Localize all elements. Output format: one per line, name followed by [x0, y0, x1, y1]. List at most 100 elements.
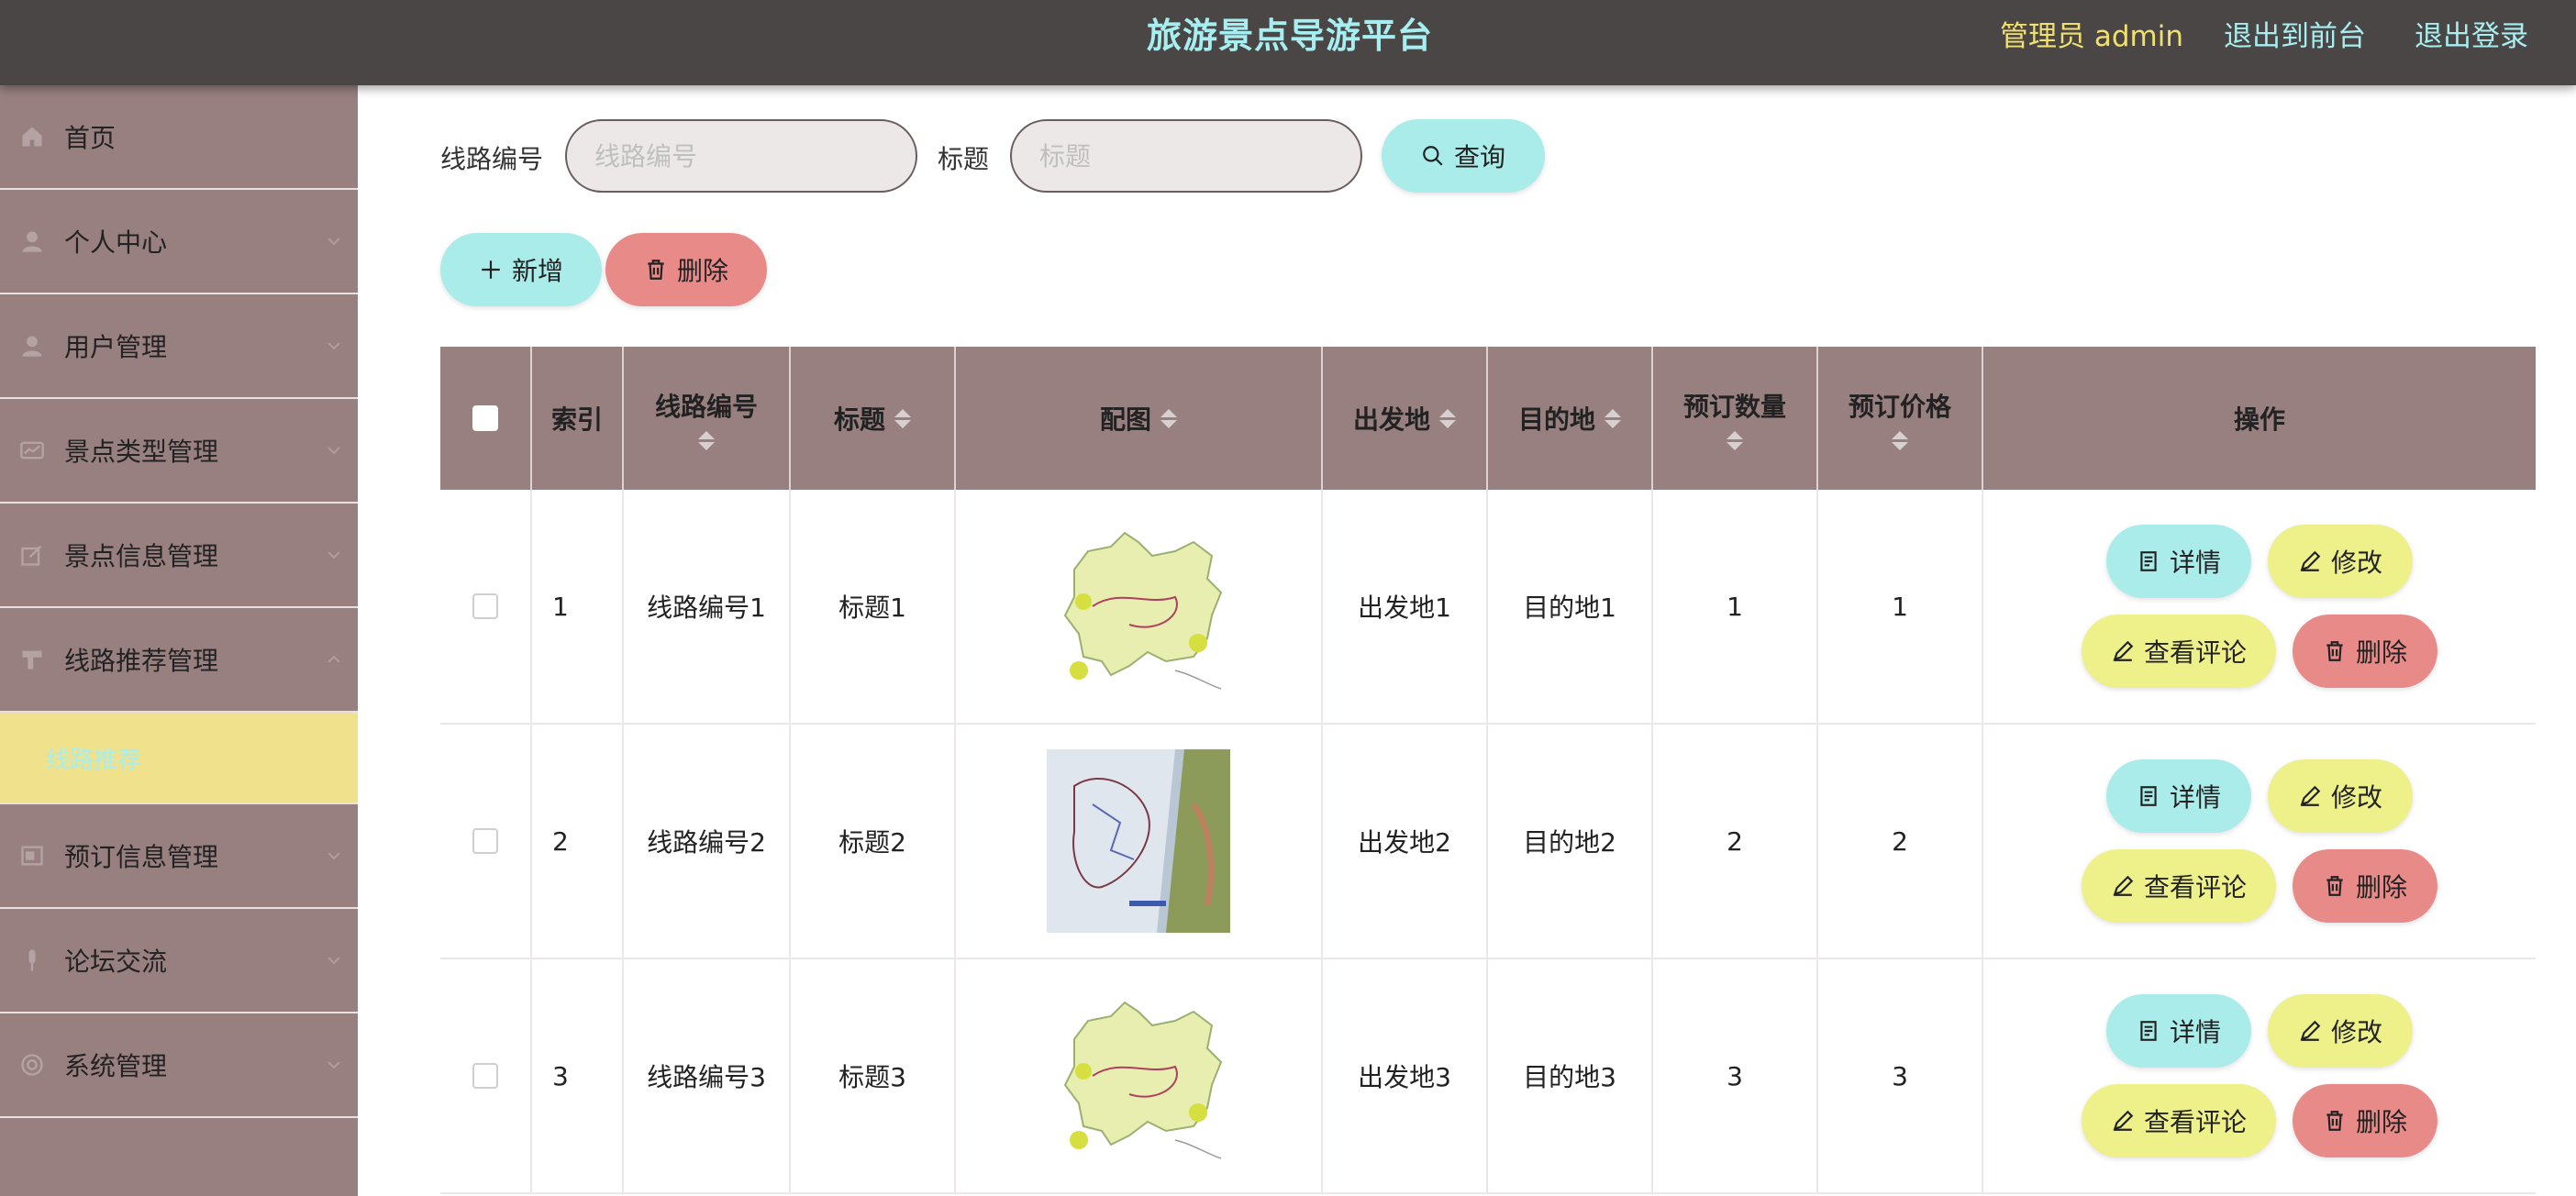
sort-icon[interactable] — [1892, 430, 1908, 450]
cell-from: 出发地1 — [1323, 490, 1488, 723]
sort-icon[interactable] — [1439, 408, 1456, 428]
sidebar-item-label: 个人中心 — [64, 227, 168, 258]
bulk-delete-button[interactable]: 删除 — [605, 233, 767, 306]
col-image[interactable]: 配图 — [956, 347, 1323, 490]
sidebar-item-label: 首页 — [64, 123, 117, 153]
sort-icon[interactable] — [1160, 408, 1177, 428]
chevron-down-icon — [328, 447, 340, 455]
sidebar-subitem-route-recommend[interactable]: 线路推荐 — [0, 713, 360, 804]
query-button-label: 查询 — [1453, 142, 1505, 172]
cell-price: 1 — [1818, 490, 1983, 723]
edit-button[interactable]: 修改 — [2268, 994, 2413, 1068]
detail-button[interactable]: 详情 — [2106, 525, 2251, 598]
settings-icon — [18, 1051, 46, 1079]
pencil-icon — [2300, 785, 2321, 806]
sort-icon[interactable] — [1604, 408, 1621, 428]
edit-button[interactable]: 修改 — [2268, 759, 2413, 833]
top-header: 旅游景点导游平台 管理员 admin 退出到前台 退出登录 — [0, 0, 2576, 85]
cell-to: 目的地3 — [1488, 959, 1653, 1192]
cell-image — [956, 959, 1323, 1192]
cell-title: 标题2 — [791, 725, 956, 958]
col-route-no[interactable]: 线路编号 — [624, 347, 791, 490]
row-checkbox[interactable] — [472, 828, 498, 854]
bulk-delete-label: 删除 — [676, 256, 728, 286]
view-comments-button[interactable]: 查看评论 — [2082, 849, 2276, 923]
document-icon — [2140, 551, 2157, 571]
route-map-photo[interactable] — [1047, 749, 1230, 933]
logout-link[interactable]: 退出登录 — [2415, 13, 2528, 54]
view-comments-button[interactable]: 查看评论 — [2082, 615, 2276, 688]
plus-icon — [482, 260, 500, 279]
sidebar-item-label: 用户管理 — [64, 332, 168, 362]
col-title[interactable]: 标题 — [791, 347, 956, 490]
row-checkbox-cell — [440, 959, 532, 1192]
sidebar-item-home[interactable]: 首页 — [0, 85, 360, 190]
cell-from: 出发地2 — [1323, 725, 1488, 958]
chevron-up-icon — [328, 655, 340, 663]
col-qty[interactable]: 预订数量 — [1653, 347, 1818, 490]
document-icon — [2140, 786, 2157, 806]
route-map-image[interactable] — [1047, 515, 1230, 698]
sidebar-item-spot-types[interactable]: 景点类型管理 — [0, 399, 360, 504]
col-from[interactable]: 出发地 — [1323, 347, 1488, 490]
row-checkbox[interactable] — [472, 593, 498, 619]
cell-from: 出发地3 — [1323, 959, 1488, 1192]
cell-price: 2 — [1818, 725, 1983, 958]
sort-icon[interactable] — [1727, 430, 1743, 450]
query-button[interactable]: 查询 — [1382, 119, 1545, 193]
table-row: 2 线路编号2 标题2 出发地2 目的地2 2 2 详情 修改 查看评论 删除 — [440, 725, 2536, 959]
sidebar-item-personal[interactable]: 个人中心 — [0, 190, 360, 294]
back-to-front-link[interactable]: 退出到前台 — [2224, 13, 2366, 54]
table-row: 3 线路编号3 标题3 出发地3 目的地3 3 3 详情 修改 查看评论 删除 — [440, 959, 2536, 1194]
sort-icon[interactable] — [698, 430, 715, 450]
cell-index: 2 — [532, 725, 624, 958]
sidebar-item-users[interactable]: 用户管理 — [0, 294, 360, 399]
col-to[interactable]: 目的地 — [1488, 347, 1653, 490]
route-no-label: 线路编号 — [440, 144, 544, 174]
sidebar-item-spot-info[interactable]: 景点信息管理 — [0, 504, 360, 608]
row-checkbox-cell — [440, 725, 532, 958]
home-icon — [18, 123, 46, 150]
trash-icon — [2326, 876, 2343, 896]
col-header-label: 目的地 — [1517, 404, 1595, 435]
sidebar-item-system[interactable]: 系统管理 — [0, 1013, 360, 1118]
title-input[interactable] — [1010, 119, 1362, 193]
route-map-image[interactable] — [1047, 984, 1230, 1168]
detail-button[interactable]: 详情 — [2106, 994, 2251, 1068]
sidebar-item-bookings[interactable]: 预订信息管理 — [0, 804, 360, 909]
cell-to: 目的地1 — [1488, 490, 1653, 723]
edit-label: 修改 — [2330, 782, 2382, 813]
route-no-input[interactable] — [565, 119, 917, 193]
row-checkbox[interactable] — [472, 1063, 498, 1089]
col-price[interactable]: 预订价格 — [1818, 347, 1983, 490]
sidebar-item-routes[interactable]: 线路推荐管理 — [0, 608, 360, 713]
sidebar: 首页 个人中心 用户管理 景点类型管理 景点信息管理 线路推荐管理 线路推荐 预… — [0, 85, 360, 1196]
user-icon — [18, 332, 46, 360]
sidebar-item-forum[interactable]: 论坛交流 — [0, 909, 360, 1013]
add-button[interactable]: 新增 — [440, 233, 602, 306]
row-delete-button[interactable]: 删除 — [2293, 615, 2437, 688]
detail-button[interactable]: 详情 — [2106, 759, 2251, 833]
cell-route-no: 线路编号3 — [624, 959, 791, 1192]
edit-button[interactable]: 修改 — [2268, 525, 2413, 598]
view-comments-label: 查看评论 — [2143, 872, 2247, 903]
pencil-icon — [2113, 1110, 2134, 1131]
row-delete-label: 删除 — [2355, 872, 2407, 903]
cell-route-no: 线路编号2 — [624, 725, 791, 958]
chevron-down-icon — [328, 957, 340, 965]
pencil-icon — [2113, 640, 2134, 661]
row-delete-button[interactable]: 删除 — [2293, 1084, 2437, 1157]
sidebar-item-label: 预订信息管理 — [64, 842, 219, 872]
view-comments-label: 查看评论 — [2143, 1107, 2247, 1137]
cell-image — [956, 725, 1323, 958]
sidebar-item-label: 景点信息管理 — [64, 541, 219, 571]
title-label: 标题 — [938, 144, 990, 174]
sort-icon[interactable] — [894, 408, 911, 428]
col-header-label: 配图 — [1099, 404, 1151, 435]
view-comments-button[interactable]: 查看评论 — [2082, 1084, 2276, 1157]
select-all-checkbox[interactable] — [472, 405, 498, 431]
flag-icon — [18, 646, 46, 673]
table-header: 索引 线路编号 标题 配图 出发地 目的地 预订数量 预订价格 操作 — [440, 347, 2536, 490]
row-delete-button[interactable]: 删除 — [2293, 849, 2437, 923]
book-icon — [18, 842, 46, 869]
